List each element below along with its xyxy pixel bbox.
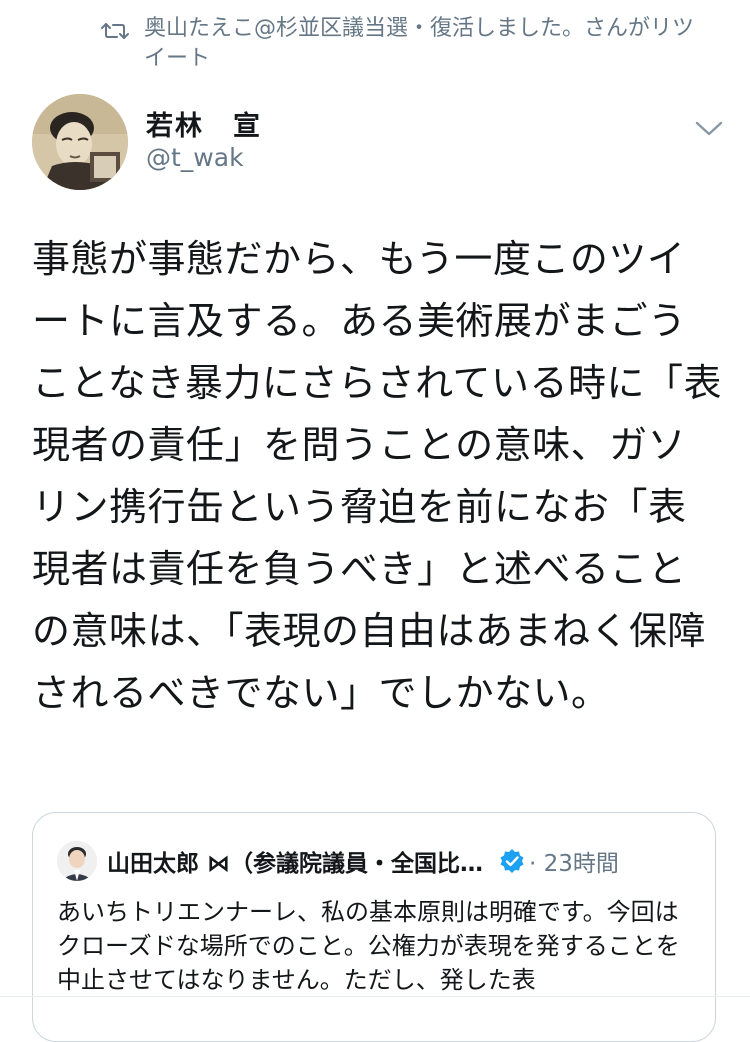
author-name[interactable]: 若林 宣 bbox=[146, 104, 262, 143]
quoted-author-name: 山田太郎 ⋈（参議院議員・全国比… bbox=[107, 851, 484, 877]
quoted-tweet-time: · 23時間 bbox=[529, 851, 619, 877]
retweet-icon bbox=[101, 23, 129, 39]
chevron-down-icon[interactable] bbox=[694, 118, 724, 138]
quoted-tweet-card[interactable]: 山田太郎 ⋈（参議院議員・全国比… · 23時間 あいちトリエンナーレ、私の基本… bbox=[32, 812, 716, 1042]
retweet-context[interactable]: 奥山たえこ@杉並区議当選・復活しました。さんがリツイート bbox=[100, 14, 700, 74]
verified-badge-icon bbox=[500, 849, 524, 873]
quoted-avatar bbox=[57, 841, 97, 881]
bottom-divider bbox=[0, 996, 750, 997]
tweet-text: 事態が事態だから、もう一度このツイートに言及する。ある美術展がまごうことなき暴力… bbox=[32, 237, 722, 715]
avatar-image bbox=[32, 94, 128, 190]
quoted-tweet-header: 山田太郎 ⋈（参議院議員・全国比… · 23時間 bbox=[57, 839, 695, 883]
avatar[interactable] bbox=[32, 94, 128, 190]
retweeted-by-text: 奥山たえこ@杉並区議当選・復活しました。さんがリツイート bbox=[144, 16, 695, 71]
quoted-tweet-text: あいちトリエンナーレ、私の基本原則は明確です。今回はクローズドな場所でのこと。公… bbox=[57, 898, 680, 994]
author-handle[interactable]: @t_wak bbox=[146, 143, 244, 172]
